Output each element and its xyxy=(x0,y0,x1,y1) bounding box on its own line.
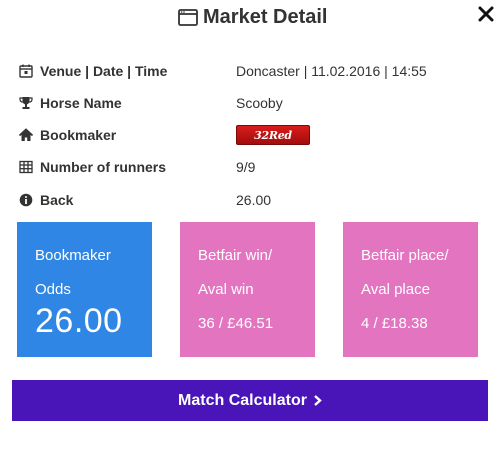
bookmaker-logo-text: 32Red xyxy=(254,128,292,142)
betfair-win-card: Betfair win/ Aval win 36 / £46.51 xyxy=(180,222,315,357)
bookmaker-logo: 32Red xyxy=(236,125,310,145)
runners-label: Number of runners xyxy=(40,159,167,175)
bookmaker-odds-subtitle: Odds xyxy=(35,281,71,298)
bookmaker-odds-value: 26.00 xyxy=(35,302,123,340)
modal-header: Market Detail xyxy=(0,0,500,40)
venue-label: Venue | Date | Time xyxy=(40,63,168,79)
runners-value: 9/9 xyxy=(236,159,256,175)
horse-label: Horse Name xyxy=(40,95,122,111)
betfair-place-subtitle: Aval place xyxy=(361,281,430,298)
bookmaker-label: Bookmaker xyxy=(40,127,117,143)
betfair-place-card: Betfair place/ Aval place 4 / £18.38 xyxy=(343,222,478,357)
modal-title: Market Detail xyxy=(203,6,328,28)
detail-row-venue: Venue | Date | Time Doncaster | 11.02.20… xyxy=(0,60,500,82)
chevron-right-icon xyxy=(314,395,322,406)
close-icon[interactable] xyxy=(477,5,495,23)
trophy-icon xyxy=(18,96,33,111)
match-calculator-button[interactable]: Match Calculator xyxy=(12,380,488,421)
title-wrap: Market Detail xyxy=(178,6,328,29)
calendar-icon xyxy=(18,64,33,79)
table-icon xyxy=(18,160,33,175)
horse-value: Scooby xyxy=(236,95,283,111)
betfair-place-value: 4 / £18.38 xyxy=(361,315,428,332)
venue-value: Doncaster | 11.02.2016 | 14:55 xyxy=(236,63,427,79)
bookmaker-odds-card: Bookmaker Odds 26.00 xyxy=(17,222,152,357)
home-icon xyxy=(18,128,33,143)
betfair-place-title: Betfair place/ xyxy=(361,247,449,264)
info-icon xyxy=(18,193,33,208)
detail-row-bookmaker: Bookmaker 32Red xyxy=(0,124,500,146)
detail-row-horse: Horse Name Scooby xyxy=(0,92,500,114)
back-label: Back xyxy=(40,192,74,208)
betfair-win-value: 36 / £46.51 xyxy=(198,315,274,332)
back-value: 26.00 xyxy=(236,192,272,208)
betfair-win-title: Betfair win/ xyxy=(198,247,273,264)
detail-row-runners: Number of runners 9/9 xyxy=(0,156,500,178)
detail-row-back: Back 26.00 xyxy=(0,189,500,211)
match-calculator-label: Match Calculator xyxy=(178,391,307,409)
window-icon xyxy=(178,9,198,26)
betfair-win-subtitle: Aval win xyxy=(198,281,254,298)
bookmaker-odds-title: Bookmaker xyxy=(35,247,111,264)
